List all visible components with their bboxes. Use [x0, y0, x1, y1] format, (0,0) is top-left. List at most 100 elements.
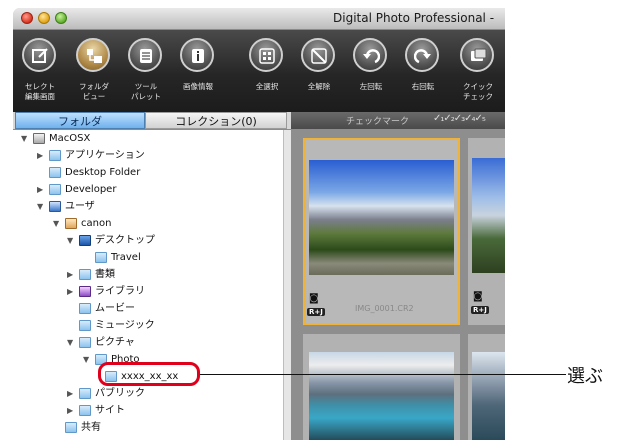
- image-info-button[interactable]: 画像情報: [173, 38, 223, 110]
- folder-icon: [95, 252, 107, 263]
- raw-jpeg-badge: R+J: [307, 308, 325, 316]
- tree-item-label: Developer: [65, 184, 117, 195]
- home-icon: [65, 218, 77, 229]
- folder-icon: [79, 388, 91, 399]
- folder-icon: [49, 167, 61, 178]
- tab-bar: フォルダ コレクション(0): [13, 112, 291, 130]
- image-info-label: 画像情報: [183, 82, 213, 91]
- expander-icon[interactable]: ▼: [21, 130, 31, 147]
- select-all-button[interactable]: 全選択: [242, 38, 292, 110]
- callout-line: [200, 374, 566, 375]
- folder-icon: [79, 405, 91, 416]
- callout-text: 選ぶ: [567, 366, 603, 387]
- tab-folder[interactable]: フォルダ: [15, 112, 145, 129]
- tree-item-label: 共有: [81, 422, 101, 433]
- select-edit-button[interactable]: セレクト 編集画面: [15, 38, 65, 110]
- rotate-right-label: 右回転: [411, 82, 435, 91]
- tree-item-label: ムービー: [95, 303, 135, 314]
- tree-item-label: パブリック: [95, 388, 145, 399]
- expander-icon[interactable]: ▶: [67, 402, 77, 419]
- select-all-icon: [249, 38, 283, 72]
- tree-item-label: ユーザ: [65, 201, 95, 212]
- check-mark-buttons[interactable]: ✓₁✓₂✓₃✓₄✓₅: [433, 113, 486, 124]
- thumbnail-img-0001[interactable]: ◙ R+J IMG_0001.CR2: [303, 138, 460, 325]
- rotate-right-button[interactable]: 右回転: [398, 38, 448, 110]
- quick-check-button[interactable]: クイック チェック: [453, 38, 503, 110]
- expander-icon[interactable]: ▶: [67, 385, 77, 402]
- tree-item-label: デスクトップ: [95, 235, 155, 246]
- app-window: Digital Photo Professional - セレクト 編集画面 フ…: [13, 8, 505, 440]
- expander-icon[interactable]: ▶: [37, 181, 47, 198]
- title-bar: Digital Photo Professional -: [13, 8, 505, 30]
- tab-collection[interactable]: コレクション(0): [145, 112, 287, 129]
- folder-icon: [79, 337, 91, 348]
- tree-item-label: サイト: [95, 405, 125, 416]
- folder-view-button[interactable]: フォルダ ビュー: [69, 38, 119, 110]
- expander-icon[interactable]: ▶: [67, 266, 77, 283]
- window-title: Digital Photo Professional -: [333, 11, 495, 25]
- folder-icon: [49, 184, 61, 195]
- tree-item-label: ミュージック: [95, 320, 155, 331]
- tree-item-label: 書類: [95, 269, 115, 280]
- expander-icon[interactable]: ▼: [53, 215, 63, 232]
- thumbnail-filename: IMG_0001.CR2: [355, 304, 414, 313]
- tree-item-label: アプリケーション: [65, 150, 145, 161]
- tree-item-label: ピクチャ: [95, 337, 135, 348]
- folder-icon: [49, 150, 61, 161]
- deselect-all-button[interactable]: 全解除: [294, 38, 344, 110]
- info-icon: [180, 38, 214, 72]
- expander-icon[interactable]: ▶: [67, 283, 77, 300]
- tree-item-label: Desktop Folder: [65, 167, 141, 178]
- camera-icon: ◙: [473, 291, 483, 302]
- music-icon: [79, 320, 91, 331]
- user-icon: [49, 201, 61, 212]
- folder-tree: ▼ MacOSX ▶ アプリケーション Desktop Folder ▶ Develo…: [13, 130, 283, 440]
- tool-palette-button[interactable]: ツール パレット: [121, 38, 171, 110]
- desktop-icon: [79, 235, 91, 246]
- expander-icon[interactable]: ▼: [67, 334, 77, 351]
- expander-icon[interactable]: ▼: [83, 351, 93, 368]
- close-icon[interactable]: [21, 12, 33, 24]
- thumbnail-image: [472, 352, 505, 440]
- zoom-icon[interactable]: [55, 12, 67, 24]
- minimize-icon[interactable]: [38, 12, 50, 24]
- deselect-all-label: 全解除: [307, 82, 331, 91]
- tree-item-label: Travel: [111, 252, 141, 263]
- thumbnail-viewer: ◙ R+J IMG_0001.CR2 ◙ R+J: [291, 129, 505, 440]
- tree-item-label: canon: [81, 218, 112, 229]
- thumbnail-image: [472, 158, 505, 273]
- folder-icon: [79, 269, 91, 280]
- thumbnail-2[interactable]: ◙ R+J: [468, 138, 505, 325]
- rotate-right-icon: [405, 38, 439, 72]
- tree-item-label: MacOSX: [49, 133, 91, 144]
- thumbnail-3[interactable]: [303, 334, 460, 440]
- tool-palette-label: ツール パレット: [131, 82, 161, 101]
- rotate-left-label: 左回転: [359, 82, 383, 91]
- quick-check-label: クイック チェック: [463, 82, 493, 101]
- selection-highlight: [98, 362, 200, 386]
- expander-icon[interactable]: ▶: [37, 147, 47, 164]
- thumbnail-image: [309, 160, 454, 275]
- deselect-all-icon: [301, 38, 335, 72]
- folder-view-label: フォルダ ビュー: [79, 82, 109, 101]
- folder-view-icon: [76, 38, 110, 72]
- rotate-left-icon: [353, 38, 387, 72]
- toolbar: セレクト 編集画面 フォルダ ビュー ツール パレット 画像情報 全選択 全解除…: [13, 30, 505, 112]
- thumbnail-image: [309, 352, 454, 440]
- select-edit-icon: [22, 38, 56, 72]
- check-mark-label: チェックマーク: [346, 117, 410, 127]
- movie-icon: [79, 303, 91, 314]
- drive-icon: [33, 133, 45, 144]
- thumbnail-4[interactable]: [468, 334, 505, 440]
- folder-icon: [65, 422, 77, 433]
- tree-item-label: ライブラリ: [95, 286, 145, 297]
- rotate-left-button[interactable]: 左回転: [346, 38, 396, 110]
- expander-icon[interactable]: ▼: [37, 198, 47, 215]
- select-edit-label: セレクト 編集画面: [25, 82, 55, 101]
- check-mark-bar: チェックマーク ✓₁✓₂✓₃✓₄✓₅: [291, 112, 505, 129]
- expander-icon[interactable]: ▼: [67, 232, 77, 249]
- library-icon: [79, 286, 91, 297]
- quick-check-icon: [460, 38, 494, 72]
- raw-jpeg-badge: R+J: [471, 306, 489, 314]
- tool-palette-icon: [128, 38, 162, 72]
